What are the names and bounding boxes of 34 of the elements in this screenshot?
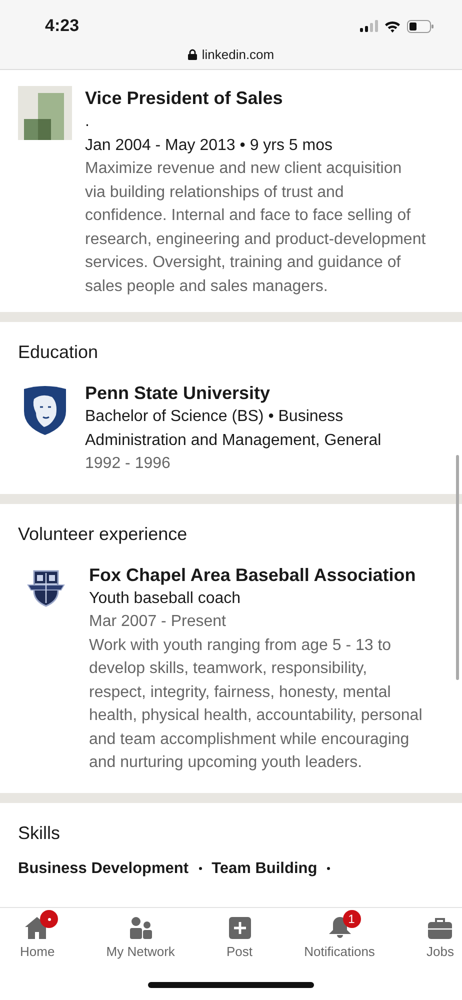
battery-icon <box>407 20 434 32</box>
wifi-icon <box>384 20 401 32</box>
plus-square-icon <box>228 917 250 939</box>
nav-tab[interactable]: Post <box>218 908 261 970</box>
section-heading: Skills <box>18 822 62 844</box>
skill-name: Business Development <box>18 860 189 878</box>
status-time: 4:23 <box>45 16 80 36</box>
notification-count: 1 <box>342 910 361 928</box>
nav-tab[interactable]: Home <box>12 908 63 970</box>
education-dates: 1992 - 1996 <box>85 454 172 474</box>
section-heading: Volunteer experience <box>18 524 188 544</box>
company-name: . <box>85 112 90 132</box>
nav-tab[interactable]: Jobs <box>418 908 462 970</box>
briefcase-icon <box>428 917 452 939</box>
people-icon <box>128 917 153 939</box>
volunteer-description: Work with youth ranging from age 5 - 13 to develop skills, teamwork, responsibility, respect, integrity, fairness, honesty, mental health, physical health, accountability, personal and team accomplishment while encouraging and nurturing upcoming youth leaders. <box>89 636 424 773</box>
job-description: Maximize revenue and new client acquisition via building relationships of trust and confidence. Internal and face to face selling of research, engineering and product-development services. Oversight, training and guidance of sales people and sales managers. <box>85 159 426 296</box>
section-heading: Education <box>18 342 100 363</box>
signal-icon <box>360 20 378 32</box>
volunteer-dates: Mar 2007 - Present <box>89 612 227 632</box>
school-name: Penn State University <box>85 382 272 405</box>
degree: Bachelor of Science (BS) • Business Administration and Management, General <box>85 407 382 450</box>
job-dates: Jan 2004 - May 2013 • 9 yrs 5 mos <box>85 136 334 156</box>
shield-logo-icon <box>22 385 68 435</box>
separator-dot-icon <box>327 867 330 870</box>
nav-tab[interactable]: 1 Notifications <box>296 908 383 970</box>
organization-name: Fox Chapel Area Baseball Association <box>89 564 417 586</box>
nav-tab[interactable]: My Network <box>98 908 183 970</box>
skill-name: Team Building <box>212 860 318 878</box>
job-title: Vice President of Sales <box>85 87 284 110</box>
separator-dot-icon <box>198 867 202 870</box>
address-url[interactable]: linkedin.com <box>202 47 274 62</box>
lock-icon <box>188 49 197 60</box>
volunteer-role: Youth baseball coach <box>89 588 242 608</box>
